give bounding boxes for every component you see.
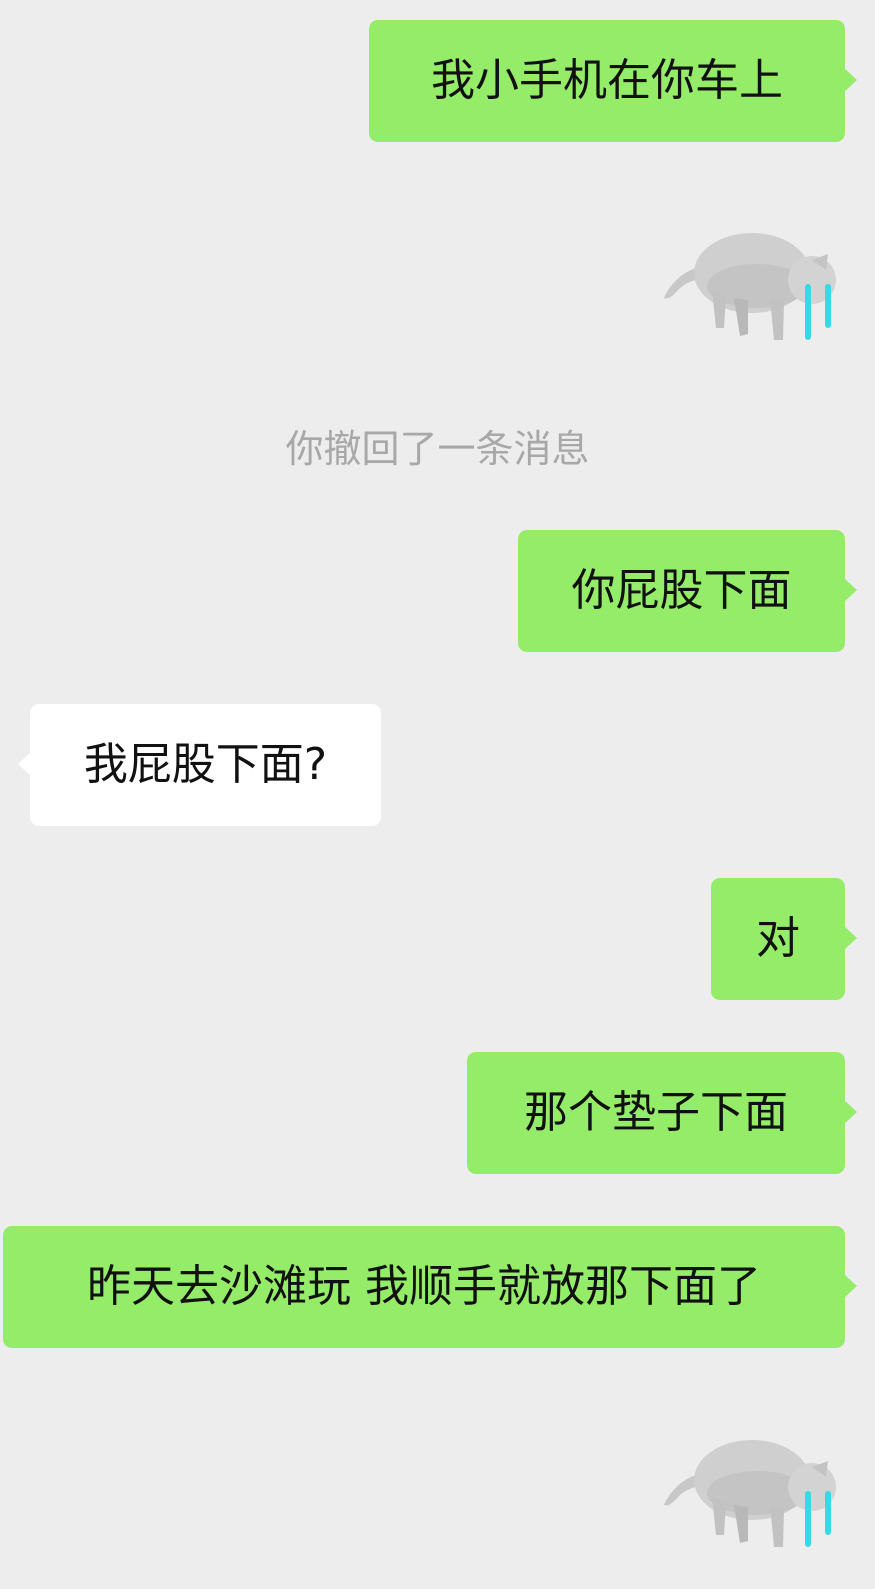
bubble-tail xyxy=(844,578,857,602)
tear-right-icon xyxy=(825,284,831,328)
cat-back-leg xyxy=(712,290,726,328)
cat-leg-3 xyxy=(734,1505,748,1543)
message-text: 我屁股下面? xyxy=(83,739,328,790)
recall-notice: 你撤回了一条消息 xyxy=(285,427,590,471)
tear-left-icon xyxy=(805,284,811,340)
message-bubble-sent[interactable]: 你屁股下面 xyxy=(518,530,857,652)
tear-left-icon xyxy=(805,1491,811,1547)
tear-right-icon xyxy=(825,1491,831,1535)
bubble-tail xyxy=(844,68,857,92)
crying-cat-sticker[interactable] xyxy=(662,1425,842,1550)
bubble-tail xyxy=(18,752,31,776)
cat-front-leg xyxy=(770,1505,784,1547)
message-text: 对 xyxy=(756,913,800,964)
message-bubble-sent[interactable]: 昨天去沙滩玩 我顺手就放那下面了 xyxy=(3,1226,857,1348)
crying-cat-sticker[interactable] xyxy=(662,218,842,343)
message-text: 你屁股下面 xyxy=(571,565,792,616)
message-bubble-sent[interactable]: 我小手机在你车上 xyxy=(369,20,857,142)
bubble-tail xyxy=(844,926,857,950)
cat-leg-3 xyxy=(734,298,748,336)
message-bubble-sent[interactable]: 对 xyxy=(711,878,857,1000)
message-text: 昨天去沙滩玩 我顺手就放那下面了 xyxy=(87,1261,761,1312)
message-text: 我小手机在你车上 xyxy=(431,55,783,106)
message-bubble-received[interactable]: 我屁股下面? xyxy=(18,704,381,826)
bubble-tail xyxy=(844,1274,857,1298)
cat-front-leg xyxy=(770,298,784,340)
bubble-tail xyxy=(844,1100,857,1124)
cat-back-leg xyxy=(712,1497,726,1535)
message-text: 那个垫子下面 xyxy=(524,1087,788,1138)
message-bubble-sent[interactable]: 那个垫子下面 xyxy=(467,1052,857,1174)
